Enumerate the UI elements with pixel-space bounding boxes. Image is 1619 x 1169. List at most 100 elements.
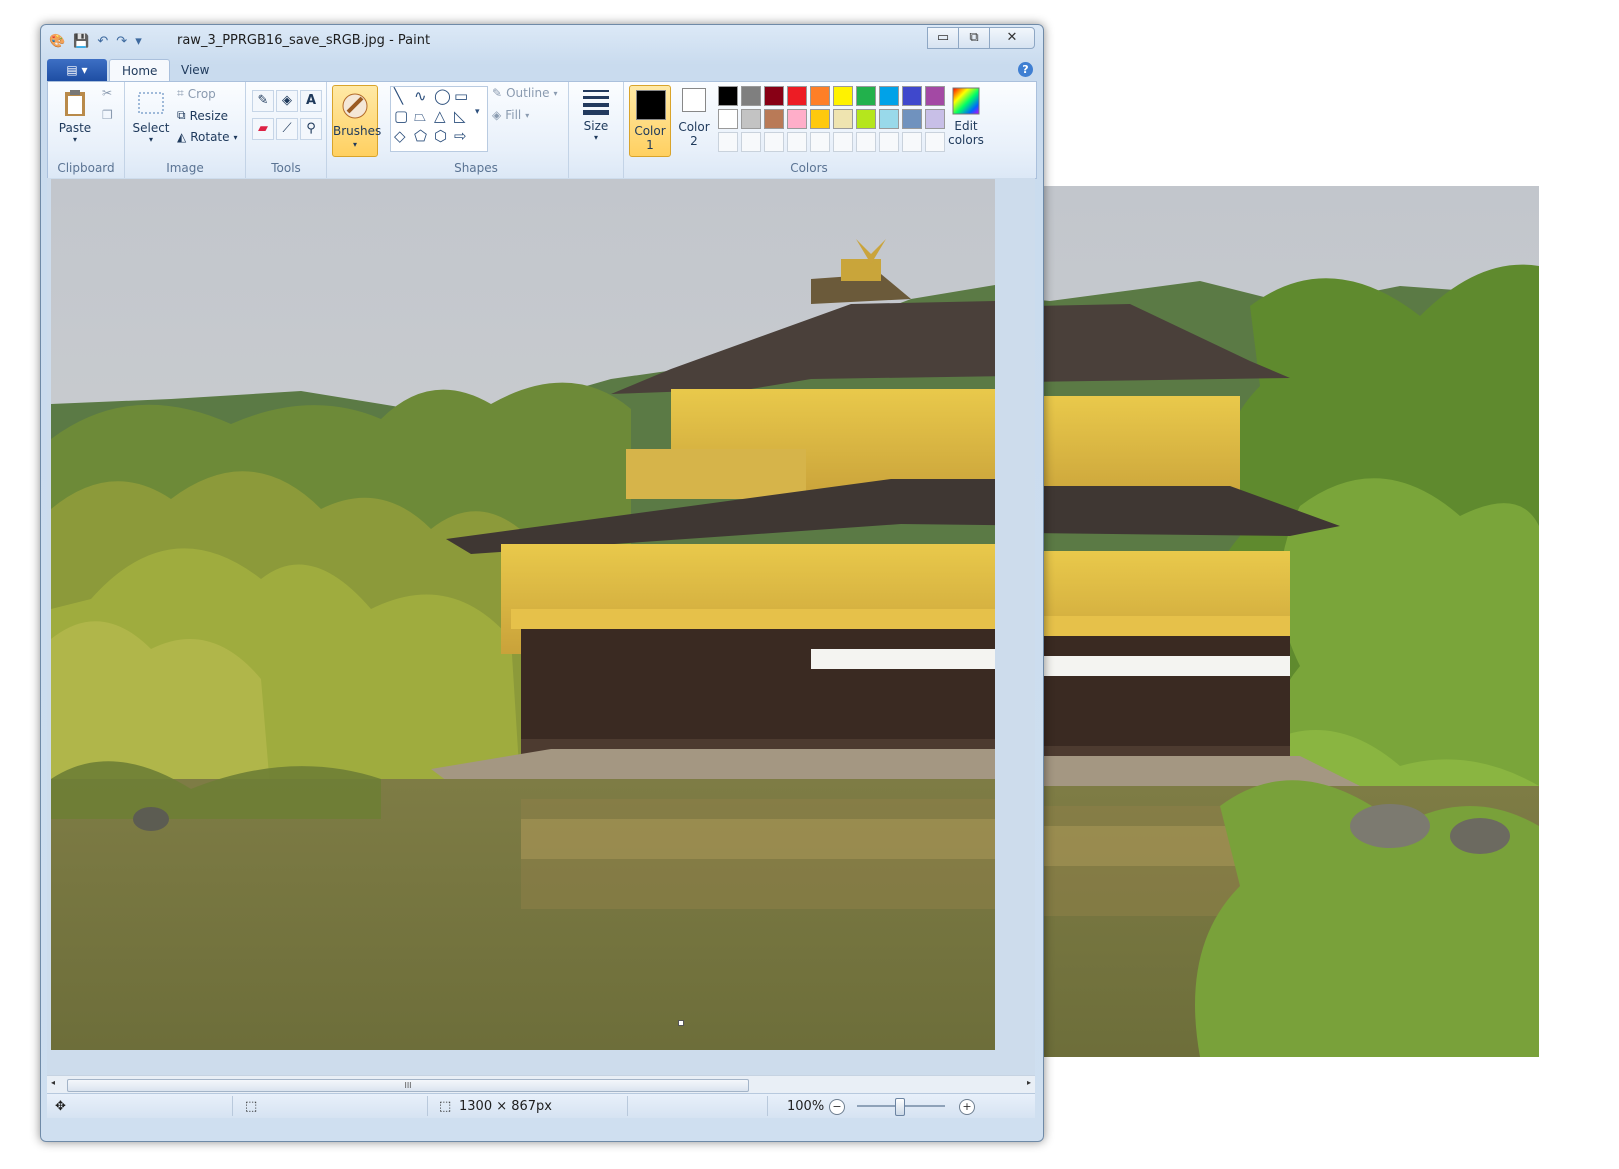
tab-view[interactable]: View (169, 59, 221, 81)
palette-custom-slot[interactable] (718, 132, 738, 152)
palette-color-swatch[interactable] (810, 109, 830, 129)
paste-label: Paste (58, 121, 92, 135)
palette-color-swatch[interactable] (787, 109, 807, 129)
cut-icon[interactable]: ✂ (102, 86, 112, 100)
line-shape-icon[interactable]: ╲ (394, 87, 403, 105)
edit-colors-button[interactable]: Edit colors (946, 86, 986, 147)
palette-color-swatch[interactable] (902, 86, 922, 106)
rectangle-shape-icon[interactable]: ▭ (454, 87, 468, 105)
color-1-button[interactable]: Color 1 (629, 85, 671, 157)
rotate-button[interactable]: ◭ Rotate ▾ (177, 130, 238, 144)
pencil-icon[interactable]: ✎ (252, 90, 274, 112)
close-button[interactable]: ✕ (989, 27, 1035, 49)
selection-size-icon: ⬚ (245, 1099, 258, 1114)
palette-color-swatch[interactable] (764, 86, 784, 106)
hexagon-shape-icon[interactable]: ⬡ (434, 127, 447, 145)
image-dimensions: 1300 × 867px (459, 1099, 552, 1114)
palette-custom-slot[interactable] (879, 132, 899, 152)
palette-color-swatch[interactable] (764, 109, 784, 129)
help-icon[interactable]: ? (1018, 62, 1033, 77)
canvas-resize-handle[interactable] (678, 1020, 684, 1026)
resize-button[interactable]: ⧉ Resize (177, 108, 228, 123)
scroll-left-arrow[interactable]: ◂ (51, 1078, 55, 1087)
line-size-icon (583, 90, 609, 115)
rounded-rectangle-shape-icon[interactable]: ▢ (394, 107, 408, 125)
scroll-right-arrow[interactable]: ▸ (1027, 1078, 1031, 1087)
palette-custom-slot[interactable] (764, 132, 784, 152)
shapes-group-label: Shapes (454, 161, 498, 175)
magnifier-icon[interactable]: ⚲ (300, 118, 322, 140)
outline-icon: ✎ (492, 86, 503, 100)
diamond-shape-icon[interactable]: ◇ (394, 127, 406, 145)
save-icon[interactable]: 💾 (73, 34, 89, 49)
palette-custom-slot[interactable] (856, 132, 876, 152)
zoom-in-button[interactable]: + (959, 1099, 975, 1115)
pentagon-shape-icon[interactable]: ⬠ (414, 127, 427, 145)
canvas-image[interactable] (51, 179, 995, 1050)
color-2-button[interactable]: Color 2 (674, 88, 714, 158)
palette-color-swatch[interactable] (718, 109, 738, 129)
palette-color-swatch[interactable] (787, 86, 807, 106)
cursor-position-icon: ✥ (55, 1099, 66, 1114)
color-picker-icon[interactable]: ⟋ (276, 118, 298, 140)
right-triangle-shape-icon[interactable]: ◺ (454, 107, 466, 125)
palette-custom-slot[interactable] (925, 132, 945, 152)
tab-home[interactable]: Home (109, 59, 171, 82)
brushes-button[interactable]: Brushes ▾ (332, 85, 382, 157)
palette-custom-slot[interactable] (810, 132, 830, 152)
paint-menu-button[interactable]: ▤ ▾ (47, 59, 107, 81)
redo-icon[interactable]: ↷ (116, 34, 127, 49)
polygon-shape-icon[interactable]: ⏢ (414, 107, 426, 125)
restore-button[interactable]: ⧉ (958, 27, 990, 49)
palette-color-swatch[interactable] (810, 86, 830, 106)
fill-button[interactable]: ◈ Fill ▾ (492, 108, 529, 122)
copy-icon[interactable]: ❐ (102, 108, 113, 122)
undo-icon[interactable]: ↶ (97, 34, 108, 49)
status-divider (627, 1096, 628, 1116)
palette-color-swatch[interactable] (741, 86, 761, 106)
horizontal-scrollbar[interactable]: ◂ III ▸ (47, 1075, 1035, 1093)
curve-shape-icon[interactable]: ∿ (414, 87, 427, 105)
palette-color-swatch[interactable] (902, 109, 922, 129)
text-icon[interactable]: A (300, 90, 322, 112)
palette-color-swatch[interactable] (718, 86, 738, 106)
customize-quick-access-icon[interactable]: ▾ (135, 34, 142, 49)
zoom-out-button[interactable]: − (829, 1099, 845, 1115)
palette-color-swatch[interactable] (833, 86, 853, 106)
paste-button[interactable]: Paste ▾ (56, 88, 94, 144)
palette-custom-slot[interactable] (833, 132, 853, 152)
outline-button[interactable]: ✎ Outline ▾ (492, 86, 558, 100)
scroll-thumb[interactable]: III (67, 1079, 749, 1092)
fill-bucket-icon[interactable]: ◈ (276, 90, 298, 112)
palette-color-swatch[interactable] (925, 109, 945, 129)
status-bar: ✥ ⬚ ⬚ 1300 × 867px 100% − + (47, 1093, 1035, 1118)
palette-color-swatch[interactable] (856, 86, 876, 106)
image-group: Select ▾ ⌗ Crop ⧉ Resize ◭ Rotate ▾ Image (125, 82, 246, 178)
palette-color-swatch[interactable] (925, 86, 945, 106)
crop-button[interactable]: ⌗ Crop (177, 86, 216, 101)
eraser-icon[interactable]: ▰ (252, 118, 274, 140)
zoom-slider-thumb[interactable] (895, 1098, 905, 1116)
oval-shape-icon[interactable]: ◯ (434, 87, 451, 105)
select-button[interactable]: Select ▾ (131, 88, 171, 144)
minimize-button[interactable]: ▭ (927, 27, 959, 49)
brushes-label: Brushes (333, 124, 382, 138)
palette-color-swatch[interactable] (879, 86, 899, 106)
rotate-icon: ◭ (177, 130, 187, 144)
paste-icon (65, 90, 85, 116)
edit-colors-label: Edit (954, 119, 978, 133)
triangle-shape-icon[interactable]: △ (434, 107, 446, 125)
size-button[interactable]: Size ▾ (577, 86, 615, 142)
palette-color-swatch[interactable] (833, 109, 853, 129)
paint-app-icon[interactable]: 🎨 (49, 34, 65, 49)
palette-color-swatch[interactable] (741, 109, 761, 129)
palette-custom-slot[interactable] (902, 132, 922, 152)
palette-custom-slot[interactable] (741, 132, 761, 152)
arrow-shape-icon[interactable]: ⇨ (454, 127, 467, 145)
shapes-scroll-icon[interactable]: ▾ (475, 107, 480, 117)
palette-color-swatch[interactable] (856, 109, 876, 129)
palette-color-swatch[interactable] (879, 109, 899, 129)
outline-label: Outline (506, 86, 550, 100)
palette-custom-slot[interactable] (787, 132, 807, 152)
paint-window: 🎨 💾 ↶ ↷ ▾ raw_3_PPRGB16_save_sRGB.jpg - … (40, 24, 1044, 1142)
